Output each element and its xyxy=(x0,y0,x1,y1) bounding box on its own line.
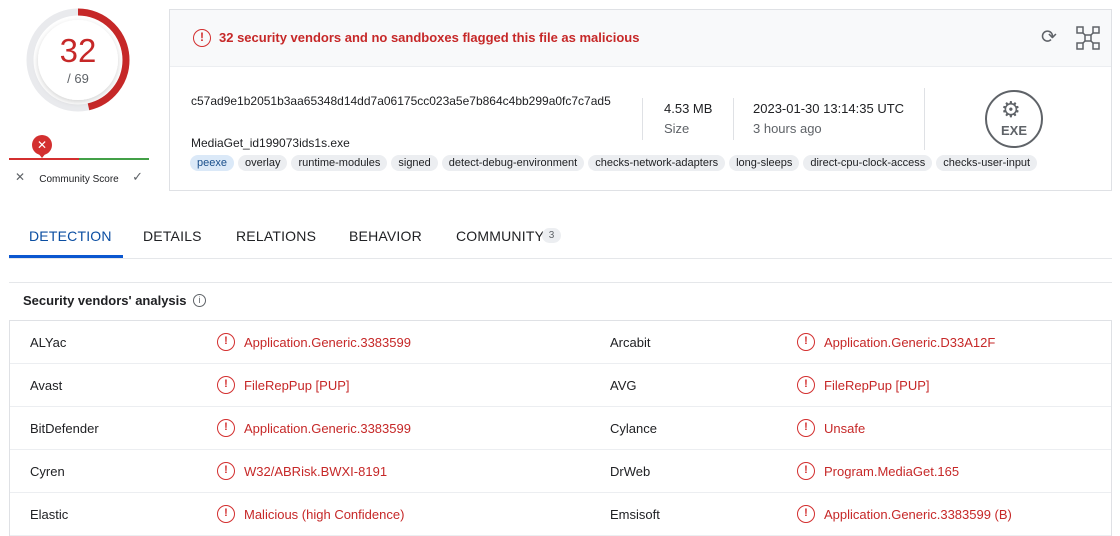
detection-result: Application.Generic.D33A12F xyxy=(824,335,996,350)
divider xyxy=(642,98,643,140)
detection-score-gauge: 32 / 69 xyxy=(24,6,132,114)
tab-details[interactable]: DETAILS xyxy=(143,228,202,244)
detection-result: Application.Generic.3383599 xyxy=(244,335,411,350)
file-type-label: EXE xyxy=(1000,123,1027,138)
vendor-name: Emsisoft xyxy=(610,507,660,522)
tag-runtime-modules[interactable]: runtime-modules xyxy=(291,155,388,171)
tag-detect-debug-environment[interactable]: detect-debug-environment xyxy=(441,155,585,171)
vendor-name: Arcabit xyxy=(610,335,651,350)
tag-direct-cpu-clock-access[interactable]: direct-cpu-clock-access xyxy=(803,155,933,171)
detection-result: FileRepPup [PUP] xyxy=(824,378,930,393)
info-icon[interactable]: i xyxy=(193,294,206,307)
malicious-alert-icon: ! xyxy=(217,333,235,351)
table-row: BitDefender ! Application.Generic.338359… xyxy=(10,407,1111,450)
file-tags: peexe overlay runtime-modules signed det… xyxy=(190,155,1038,171)
tag-checks-user-input[interactable]: checks-user-input xyxy=(936,155,1038,171)
malicious-alert-icon: ! xyxy=(217,419,235,437)
detection-result: FileRepPup [PUP] xyxy=(244,378,350,393)
tag-long-sleeps[interactable]: long-sleeps xyxy=(729,155,800,171)
tab-community[interactable]: COMMUNITY xyxy=(456,228,544,244)
vendor-name: Avast xyxy=(30,378,63,393)
malicious-alert-icon: ! xyxy=(797,505,815,523)
malicious-alert-icon: ! xyxy=(797,333,815,351)
section-title: Security vendors' analysis xyxy=(23,293,187,308)
malicious-alert-icon: ! xyxy=(217,505,235,523)
divider xyxy=(733,98,734,140)
community-bar-positive xyxy=(79,158,149,160)
vendor-name: AVG xyxy=(610,378,637,393)
tab-relations[interactable]: RELATIONS xyxy=(236,228,316,244)
file-name: MediaGet_id199073ids1s.exe xyxy=(191,136,350,150)
vendor-name: Cyren xyxy=(30,464,65,479)
engine-total: / 69 xyxy=(67,71,89,86)
graph-view-icon[interactable] xyxy=(1076,26,1100,50)
detection-count: 32 xyxy=(59,32,97,69)
community-score-label: Community Score xyxy=(39,174,119,185)
community-count-badge: 3 xyxy=(542,228,561,243)
table-row: Cyren ! W32/ABRisk.BWXI-8191 DrWeb ! Pro… xyxy=(10,450,1111,493)
alert-icon: ! xyxy=(193,29,211,47)
tag-checks-network-adapters[interactable]: checks-network-adapters xyxy=(588,155,726,171)
tab-behavior[interactable]: BEHAVIOR xyxy=(349,228,422,244)
file-type-exe-icon: ⚙ EXE xyxy=(985,90,1043,148)
tag-overlay[interactable]: overlay xyxy=(237,155,288,171)
table-row: Avast ! FileRepPup [PUP] AVG ! FileRepPu… xyxy=(10,364,1111,407)
vendor-name: DrWeb xyxy=(610,464,651,479)
malicious-alert-icon: ! xyxy=(797,462,815,480)
alert-message: 32 security vendors and no sandboxes fla… xyxy=(219,30,640,45)
file-size-label: Size xyxy=(664,121,690,136)
detection-result: Unsafe xyxy=(824,421,866,436)
community-score: ✕ ✕ Community Score ✓ xyxy=(9,132,149,190)
vendor-name: Cylance xyxy=(610,421,657,436)
analysis-header: Security vendors' analysis i xyxy=(9,282,1112,318)
vendor-name: BitDefender xyxy=(30,421,99,436)
gear-icon: ⚙ xyxy=(1001,97,1021,122)
malicious-alert-icon: ! xyxy=(797,376,815,394)
active-tab-indicator xyxy=(9,255,123,258)
vote-harmless-icon[interactable]: ✓ xyxy=(132,169,143,185)
community-marker-icon: ✕ xyxy=(32,135,52,158)
malicious-alert-icon: ! xyxy=(797,419,815,437)
tag-signed[interactable]: signed xyxy=(391,155,438,171)
analysis-date-relative: 3 hours ago xyxy=(753,121,822,136)
divider xyxy=(924,88,925,150)
table-row: Elastic ! Malicious (high Confidence) Em… xyxy=(10,493,1111,536)
tab-detection[interactable]: DETECTION xyxy=(29,228,112,244)
reanalyze-icon[interactable]: ⟳ xyxy=(1038,27,1060,49)
tag-peexe[interactable]: peexe xyxy=(190,155,234,171)
detection-result: Malicious (high Confidence) xyxy=(244,507,405,522)
vendor-name: ALYac xyxy=(30,335,67,350)
community-bar-negative xyxy=(9,158,79,160)
file-hash[interactable]: c57ad9e1b2051b3aa65348d14dd7a06175cc023a… xyxy=(191,93,631,110)
alert-banner: ! 32 security vendors and no sandboxes f… xyxy=(170,10,1111,67)
detection-result: Application.Generic.3383599 (B) xyxy=(824,507,1012,522)
table-row: ALYac ! Application.Generic.3383599 Arca… xyxy=(10,321,1111,364)
detection-result: Application.Generic.3383599 xyxy=(244,421,411,436)
detection-result: W32/ABRisk.BWXI-8191 xyxy=(244,464,388,479)
report-tabs: DETECTION DETAILS RELATIONS BEHAVIOR COM… xyxy=(9,213,1112,259)
vendor-name: Elastic xyxy=(30,507,69,522)
vendor-results-table: ALYac ! Application.Generic.3383599 Arca… xyxy=(9,320,1112,536)
malicious-alert-icon: ! xyxy=(217,376,235,394)
file-size-value: 4.53 MB xyxy=(664,101,713,116)
detection-result: Program.MediaGet.165 xyxy=(824,464,960,479)
malicious-alert-icon: ! xyxy=(217,462,235,480)
analysis-date-value: 2023-01-30 13:14:35 UTC xyxy=(753,101,905,116)
file-summary-card: ! 32 security vendors and no sandboxes f… xyxy=(169,9,1112,191)
